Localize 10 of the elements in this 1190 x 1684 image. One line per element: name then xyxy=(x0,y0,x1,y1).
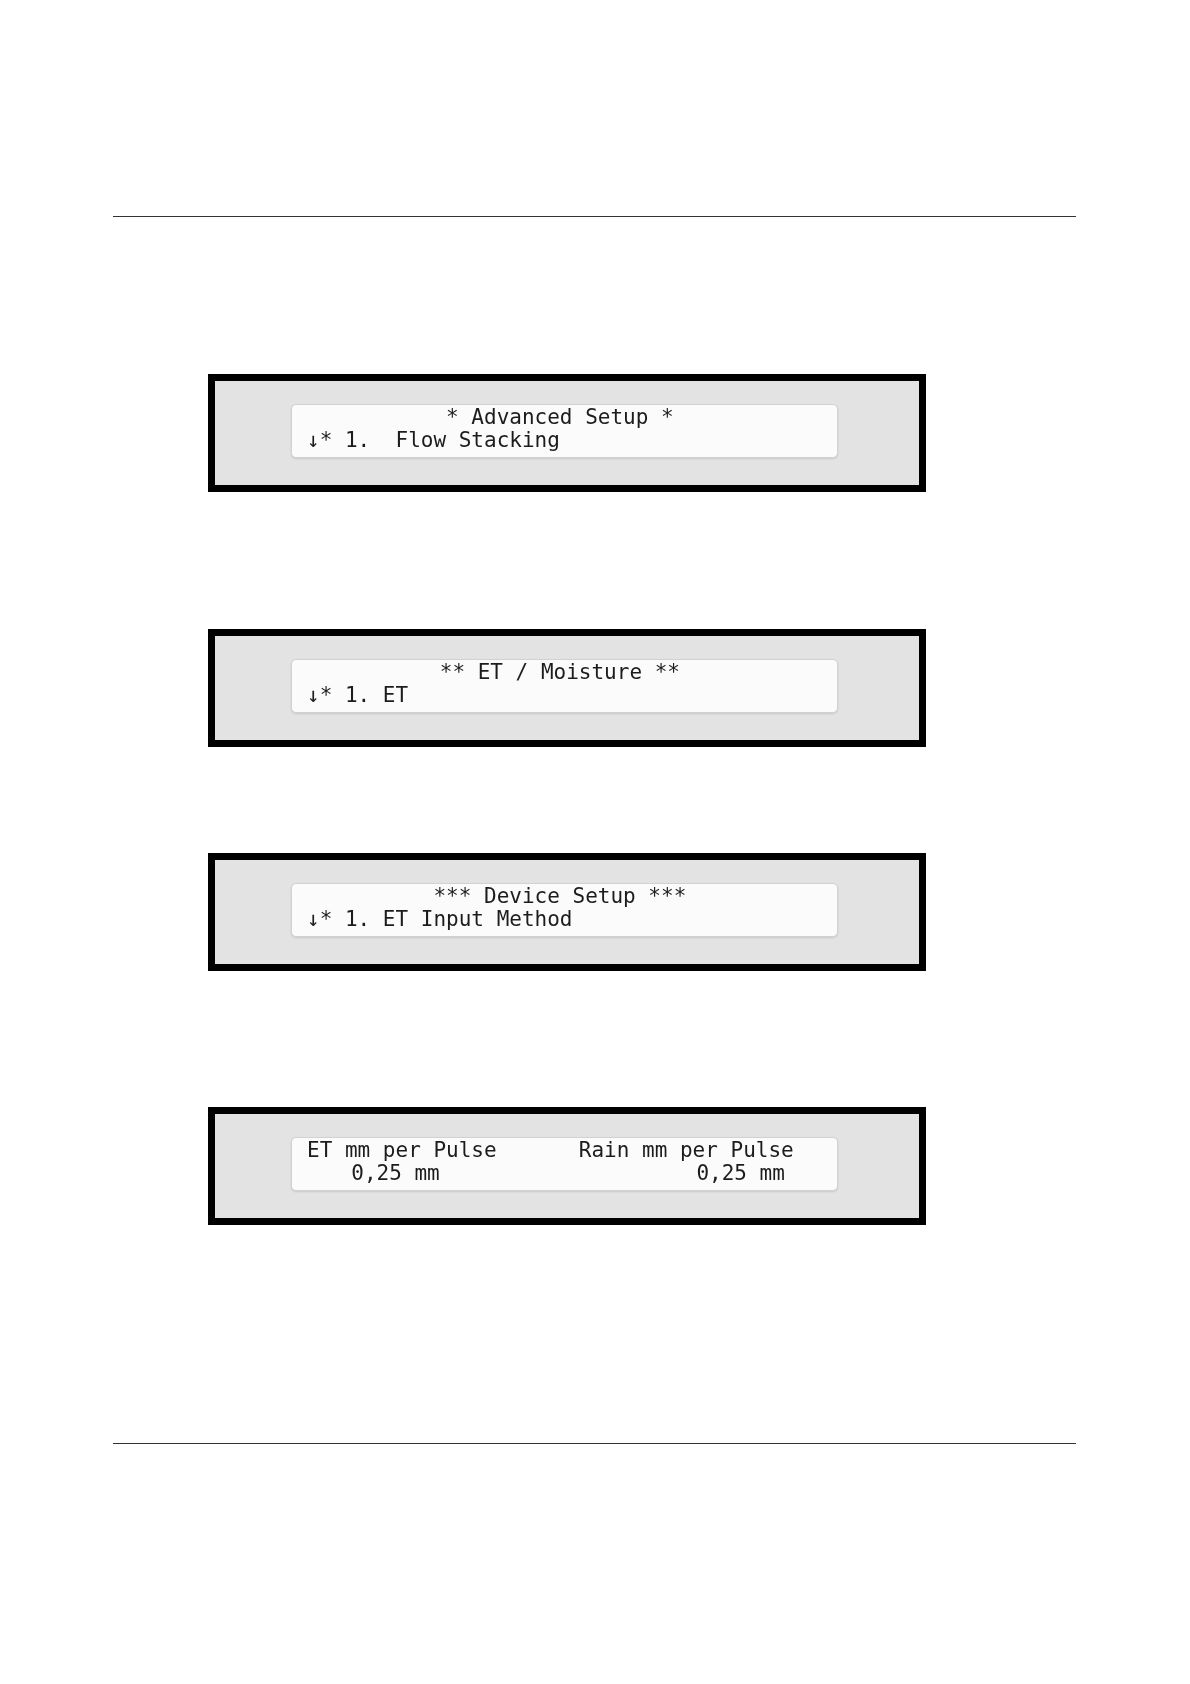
menu-line: ↓* 1. ET xyxy=(307,684,409,707)
screen-title: ** ET / Moisture ** xyxy=(438,661,681,684)
screen-title: * Advanced Setup * xyxy=(445,406,675,429)
menu-line: ↓* 1. ET Input Method xyxy=(307,908,573,931)
menu-line: ↓* 1. Flow Stacking xyxy=(307,429,560,452)
field-value: 0,25 mm xyxy=(696,1162,785,1185)
screen-title: *** Device Setup *** xyxy=(432,885,688,908)
field-value: 0,25 mm xyxy=(351,1162,440,1185)
field-label: Rain mm per Pulse xyxy=(578,1139,794,1162)
field-label: ET mm per Pulse xyxy=(307,1139,497,1162)
